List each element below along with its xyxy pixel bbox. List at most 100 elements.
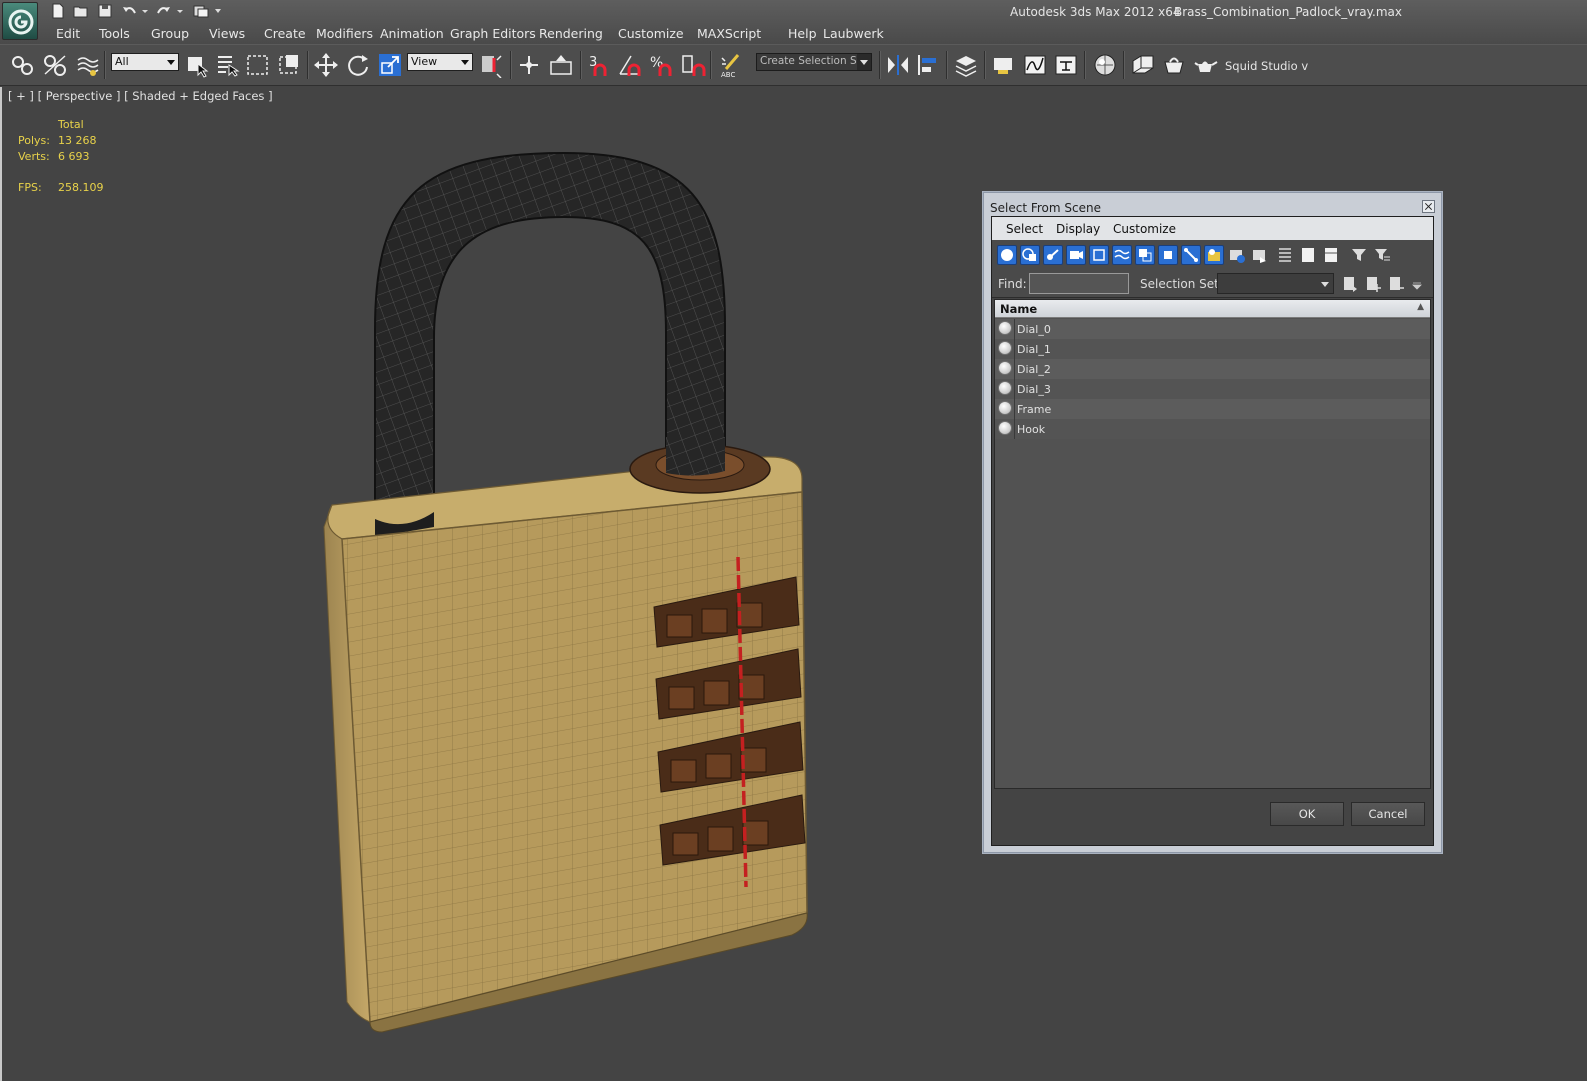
padlock-model[interactable] [2, 87, 902, 1081]
spinner-snap-icon[interactable] [680, 52, 706, 78]
display-xrefs-icon[interactable] [1158, 245, 1178, 265]
bind-to-space-warp-icon[interactable] [75, 52, 101, 78]
layer-manager-icon[interactable] [953, 52, 979, 78]
name-column-label: Name [1000, 302, 1038, 316]
menu-animation[interactable]: Animation [380, 26, 444, 41]
redo-icon[interactable] [156, 3, 172, 19]
select-by-name-icon[interactable] [215, 52, 241, 78]
quick-access-dropdown-icon[interactable] [214, 3, 222, 19]
menu-laubwerk[interactable]: Laubwerk [823, 26, 884, 41]
menu-rendering[interactable]: Rendering [539, 26, 603, 41]
menu-graph-editors[interactable]: Graph Editors [450, 26, 536, 41]
add-to-selection-set-icon[interactable] [1364, 275, 1382, 293]
main-toolbar: All View 3 % ABC Create Selection Se Squ… [0, 44, 1587, 86]
select-and-manipulate-icon[interactable] [516, 52, 542, 78]
display-all-icon[interactable] [1275, 245, 1295, 265]
keyboard-shortcut-override-icon[interactable] [548, 52, 574, 78]
squid-studio-label[interactable]: Squid Studio v [1225, 59, 1308, 73]
graphite-modeling-tools-icon[interactable] [990, 52, 1016, 78]
name-column-header[interactable]: Name ▲ [995, 300, 1430, 318]
menu-help[interactable]: Help [788, 26, 817, 41]
display-invert-icon[interactable] [1321, 245, 1341, 265]
angle-snap-icon[interactable] [617, 52, 643, 78]
menu-views[interactable]: Views [209, 26, 245, 41]
reference-coordinate-value: View [411, 55, 438, 68]
select-and-scale-icon[interactable] [377, 52, 403, 78]
filter-options-icon[interactable] [1372, 245, 1392, 265]
use-pivot-center-icon[interactable] [479, 52, 505, 78]
curve-editor-icon[interactable] [1022, 52, 1048, 78]
selection-filter-dropdown[interactable]: All [111, 53, 179, 71]
menu-edit[interactable]: Edit [56, 26, 80, 41]
geometry-object-icon [998, 401, 1012, 415]
cancel-button[interactable]: Cancel [1351, 802, 1425, 826]
align-icon[interactable] [915, 52, 941, 78]
window-crossing-icon[interactable] [276, 52, 302, 78]
edit-named-selection-sets-icon[interactable]: ABC [718, 52, 744, 78]
close-icon[interactable] [1422, 200, 1435, 213]
filter-icon[interactable] [1349, 245, 1369, 265]
schematic-view-icon[interactable] [1053, 52, 1079, 78]
dialog-menu-select[interactable]: Select [1006, 222, 1043, 236]
menu-tools[interactable]: Tools [99, 26, 130, 41]
toolbar-options-chevron-icon[interactable] [1412, 275, 1422, 293]
list-item[interactable]: Hook [995, 419, 1430, 439]
project-folder-icon[interactable] [193, 3, 209, 19]
display-cameras-icon[interactable] [1066, 245, 1086, 265]
new-file-icon[interactable] [50, 3, 66, 19]
unlink-selection-icon[interactable] [42, 52, 68, 78]
list-item[interactable]: Dial_1 [995, 339, 1430, 359]
material-editor-icon[interactable] [1092, 52, 1118, 78]
select-and-move-icon[interactable] [313, 52, 339, 78]
display-shapes-icon[interactable] [1020, 245, 1040, 265]
undo-dropdown-icon[interactable] [141, 3, 149, 19]
select-object-icon[interactable] [185, 52, 211, 78]
display-space-warps-icon[interactable] [1112, 245, 1132, 265]
percent-snap-icon[interactable]: % [648, 52, 674, 78]
menu-customize[interactable]: Customize [618, 26, 684, 41]
ok-button[interactable]: OK [1270, 802, 1344, 826]
list-item[interactable]: Dial_0 [995, 319, 1430, 339]
dialog-menu-display[interactable]: Display [1056, 222, 1100, 236]
rendered-frame-window-icon[interactable] [1161, 52, 1187, 78]
mirror-icon[interactable] [885, 52, 911, 78]
open-file-icon[interactable] [73, 3, 89, 19]
menu-create[interactable]: Create [264, 26, 306, 41]
geometry-object-icon [998, 381, 1012, 395]
list-item-name: Hook [1017, 423, 1046, 436]
render-production-teapot-icon[interactable] [1193, 52, 1219, 78]
display-hidden-icon[interactable] [1250, 245, 1270, 265]
dialog-menu-customize[interactable]: Customize [1113, 222, 1176, 236]
selection-set-dropdown[interactable] [1217, 273, 1334, 294]
reference-coordinate-dropdown[interactable]: View [407, 53, 473, 71]
display-geometry-icon[interactable] [997, 245, 1017, 265]
list-item[interactable]: Dial_2 [995, 359, 1430, 379]
display-bones-icon[interactable] [1181, 245, 1201, 265]
redo-dropdown-icon[interactable] [176, 3, 184, 19]
select-and-rotate-icon[interactable] [345, 52, 371, 78]
padlock-frame[interactable] [323, 437, 808, 1033]
display-lights-icon[interactable] [1043, 245, 1063, 265]
find-input[interactable] [1029, 273, 1129, 294]
list-item[interactable]: Dial_3 [995, 379, 1430, 399]
menu-maxscript[interactable]: MAXScript [697, 26, 761, 41]
save-file-icon[interactable] [97, 3, 113, 19]
display-helpers-icon[interactable] [1089, 245, 1109, 265]
save-selection-set-icon[interactable] [1341, 275, 1359, 293]
render-setup-icon[interactable] [1130, 52, 1156, 78]
file-name: Brass_Combination_Padlock_vray.max [1174, 5, 1402, 19]
display-containers-icon[interactable] [1204, 245, 1224, 265]
select-and-link-icon[interactable] [10, 52, 36, 78]
display-groups-icon[interactable] [1135, 245, 1155, 265]
display-frozen-icon[interactable] [1227, 245, 1247, 265]
named-selection-sets-dropdown[interactable]: Create Selection Se [756, 53, 872, 71]
display-none-icon[interactable] [1298, 245, 1318, 265]
list-item[interactable]: Frame [995, 399, 1430, 419]
app-logo-button[interactable] [2, 2, 38, 40]
undo-icon[interactable] [121, 3, 137, 19]
rectangular-selection-icon[interactable] [245, 52, 271, 78]
remove-from-selection-set-icon[interactable] [1387, 275, 1405, 293]
menu-modifiers[interactable]: Modifiers [316, 26, 373, 41]
menu-group[interactable]: Group [151, 26, 189, 41]
snaps-toggle-icon[interactable]: 3 [586, 52, 612, 78]
